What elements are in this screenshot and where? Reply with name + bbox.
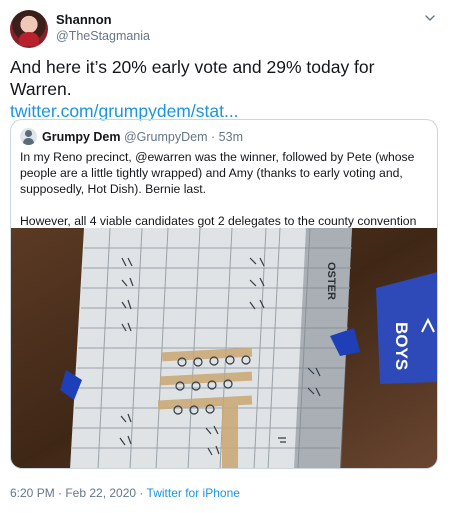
footer-separator: · — [139, 486, 144, 500]
chevron-down-icon[interactable] — [424, 12, 436, 24]
boys-sign-text: BOYS — [392, 322, 411, 370]
tweet: Shannon @TheStagmania And here it’s 20% … — [0, 0, 450, 513]
tweet-text: And here it’s 20% early vote and 29% tod… — [10, 56, 440, 122]
tweet-footer: 6:20 PM · Feb 22, 2020 · Twitter for iPh… — [10, 486, 240, 500]
quoted-tweet-header: Grumpy Dem @GrumpyDem · 53m — [42, 130, 243, 144]
photo-illustration: OSTER BOYS — [11, 228, 437, 468]
author-name[interactable]: Shannon — [56, 12, 112, 27]
poster-label: OSTER — [325, 262, 337, 300]
tweet-body: And here it’s 20% early vote and 29% tod… — [10, 57, 375, 99]
quoted-separator: · — [211, 130, 216, 144]
caucus-tally-photo[interactable]: OSTER BOYS — [11, 228, 437, 468]
author-handle[interactable]: @TheStagmania — [56, 29, 150, 43]
quoted-paragraph-1: In my Reno precinct, @ewarren was the wi… — [20, 150, 415, 196]
quoted-timestamp: 53m — [218, 130, 243, 144]
quoted-tweet[interactable]: Grumpy Dem @GrumpyDem · 53m In my Reno p… — [10, 119, 438, 469]
author-avatar[interactable] — [10, 10, 48, 48]
quoted-author-name: Grumpy Dem — [42, 130, 121, 144]
tweet-source-link[interactable]: Twitter for iPhone — [147, 486, 240, 500]
quoted-author-avatar — [20, 128, 37, 145]
tweet-timestamp[interactable]: 6:20 PM · Feb 22, 2020 — [10, 486, 136, 500]
quoted-author-handle: @GrumpyDem — [123, 130, 208, 144]
